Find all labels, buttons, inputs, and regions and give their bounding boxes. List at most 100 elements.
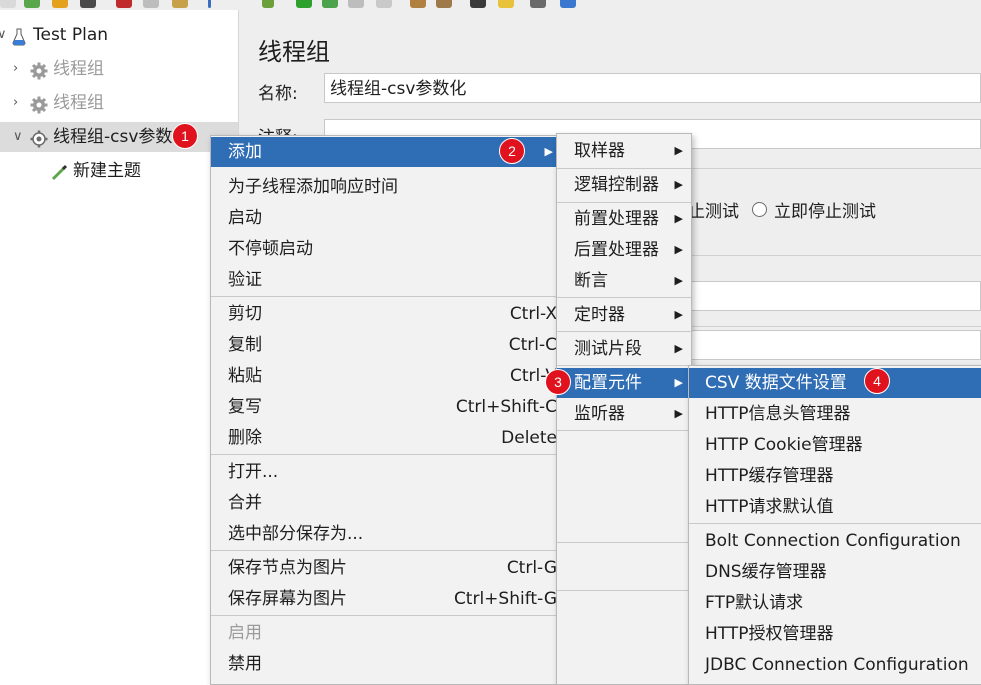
stop-test-option-label: 止测试 — [688, 202, 739, 222]
menu-item-dns-cache-manager[interactable]: DNS缓存管理器 — [689, 557, 981, 587]
menu-item-shortcut: Ctrl+Shift-G — [453, 589, 557, 609]
menu-separator — [557, 430, 691, 431]
menu-item-open[interactable]: 打开... — [211, 457, 561, 487]
menu-item-label: 不停顿启动 — [228, 239, 313, 259]
menu-item-paste[interactable]: 粘贴 Ctrl-V — [211, 361, 561, 391]
menu-item-listener[interactable]: 监听器 ▶ — [557, 399, 691, 429]
menu-separator — [211, 550, 561, 551]
menu-item-validate[interactable]: 验证 — [211, 265, 561, 295]
tree-node-thread-group-csv[interactable]: ∨ 线程组-csv参数化 — [0, 122, 238, 152]
menu-item-jdbc-connection[interactable]: JDBC Connection Configuration — [689, 650, 981, 680]
clear-icon[interactable] — [410, 0, 426, 8]
menu-item-copy[interactable]: 复制 Ctrl-C — [211, 330, 561, 360]
reset-search-icon[interactable] — [498, 0, 514, 8]
context-menu: 添加 ▶ 2 为子线程添加响应时间 启动 不停顿启动 验证 剪切 Ctrl-X 复… — [210, 135, 562, 685]
stop-icon[interactable] — [348, 0, 364, 8]
gear-icon — [30, 94, 48, 114]
cut-icon[interactable] — [116, 0, 132, 8]
menu-item-http-cookie-manager[interactable]: HTTP Cookie管理器 — [689, 430, 981, 460]
menu-item-cut[interactable]: 剪切 Ctrl-X — [211, 299, 561, 329]
menu-item-start[interactable]: 启动 — [211, 203, 561, 233]
menu-separator — [557, 331, 691, 332]
chevron-right-icon: ▶ — [674, 212, 683, 225]
menu-item-start-no-pauses[interactable]: 不停顿启动 — [211, 234, 561, 264]
shutdown-icon[interactable] — [376, 0, 392, 8]
menu-item-csv-data-set[interactable]: CSV 数据文件设置 — [689, 368, 981, 398]
menu-item-http-cache-manager[interactable]: HTTP缓存管理器 — [689, 461, 981, 491]
menu-item-http-header-manager[interactable]: HTTP信息头管理器 — [689, 399, 981, 429]
menu-item-http-request-defaults[interactable]: HTTP请求默认值 — [689, 492, 981, 522]
step-badge-3: 3 — [545, 369, 571, 395]
search-icon[interactable] — [470, 0, 486, 8]
menu-separator — [557, 202, 691, 203]
menu-item-logic-controller[interactable]: 逻辑控制器 ▶ — [557, 170, 691, 200]
menu-item-label: 复制 — [228, 335, 262, 355]
menu-item-label: 取样器 — [574, 141, 625, 161]
menu-item-ftp-defaults[interactable]: FTP默认请求 — [689, 588, 981, 618]
open-icon[interactable] — [52, 0, 68, 8]
menu-item-shortcut: Ctrl-C — [508, 335, 557, 355]
ramp-up-field[interactable] — [689, 330, 981, 360]
copy-icon[interactable] — [143, 0, 159, 8]
paste-icon[interactable] — [172, 0, 188, 8]
toggle-icon[interactable] — [262, 0, 274, 8]
function-helper-icon[interactable] — [530, 0, 546, 8]
menu-item-merge[interactable]: 合并 — [211, 488, 561, 518]
chevron-down-icon[interactable]: ∨ — [0, 20, 7, 50]
new-icon[interactable] — [0, 0, 16, 8]
chevron-right-icon[interactable]: › — [13, 54, 18, 84]
chevron-right-icon: ▶ — [544, 145, 553, 158]
menu-item-assertions[interactable]: 断言 ▶ — [557, 266, 691, 296]
menu-item-label: HTTP授权管理器 — [705, 624, 834, 644]
stop-test-now-radio[interactable] — [752, 202, 767, 217]
menu-item-pre-processors[interactable]: 前置处理器 ▶ — [557, 204, 691, 234]
menu-item-delete[interactable]: 删除 Delete — [211, 423, 561, 453]
menu-item-label: HTTP缓存管理器 — [705, 466, 834, 486]
step-badge-2: 2 — [499, 138, 525, 164]
chevron-right-icon: ▶ — [674, 144, 683, 157]
menu-separator — [211, 296, 561, 297]
menu-item-label: 配置元件 — [574, 373, 642, 393]
menu-item-test-fragment[interactable]: 测试片段 ▶ — [557, 334, 691, 364]
tree-label: 线程组-csv参数化 — [53, 127, 190, 147]
chevron-down-icon[interactable]: ∨ — [13, 122, 23, 152]
tree-node-thread-group[interactable]: › 线程组 — [0, 88, 238, 118]
menu-item-duplicate[interactable]: 复写 Ctrl+Shift-C — [211, 392, 561, 422]
menu-item-sampler[interactable]: 取样器 ▶ — [557, 136, 691, 166]
menu-item-label: HTTP Cookie管理器 — [705, 435, 863, 455]
menu-item-label: 选中部分保存为... — [228, 524, 364, 544]
menu-item-post-processors[interactable]: 后置处理器 ▶ — [557, 235, 691, 265]
thread-count-field[interactable] — [689, 281, 981, 311]
menu-item-config-element[interactable]: 配置元件 ▶ — [557, 368, 691, 398]
menu-item-timer[interactable]: 定时器 ▶ — [557, 300, 691, 330]
expand-icon[interactable] — [208, 0, 211, 8]
tree-node-thread-group[interactable]: › 线程组 — [0, 54, 238, 84]
menu-item-save-screen-image[interactable]: 保存屏幕为图片 Ctrl+Shift-G — [211, 584, 561, 614]
start-no-pause-icon[interactable] — [322, 0, 338, 8]
chevron-right-icon[interactable]: › — [13, 88, 18, 118]
tree-node-topic[interactable]: 新建主题 — [0, 156, 238, 186]
menu-item-label: 保存节点为图片 — [228, 558, 347, 578]
step-badge-4: 4 — [864, 368, 890, 394]
menu-item-save-node-image[interactable]: 保存节点为图片 Ctrl-G — [211, 553, 561, 583]
menu-item-label: 测试片段 — [574, 339, 642, 359]
menu-item-disable[interactable]: 禁用 — [211, 649, 561, 679]
chevron-right-icon: ▶ — [674, 274, 683, 287]
templates-icon[interactable] — [24, 0, 40, 8]
menu-item-label: CSV 数据文件设置 — [705, 373, 847, 393]
save-icon[interactable] — [80, 0, 96, 8]
menu-item-add-think-time[interactable]: 为子线程添加响应时间 — [211, 172, 561, 202]
menu-item-bolt-connection[interactable]: Bolt Connection Configuration — [689, 526, 981, 556]
tree-label: 线程组 — [53, 59, 104, 79]
help-icon[interactable] — [560, 0, 576, 8]
menu-separator — [557, 542, 691, 543]
tree-node-test-plan[interactable]: ∨ Test Plan — [0, 20, 238, 50]
menu-item-label: 后置处理器 — [574, 240, 659, 260]
name-field[interactable]: 线程组-csv参数化 — [324, 73, 981, 103]
menu-item-http-auth-manager[interactable]: HTTP授权管理器 — [689, 619, 981, 649]
start-icon[interactable] — [296, 0, 312, 8]
menu-separator — [557, 365, 691, 366]
menu-item-enable: 启用 — [211, 618, 561, 648]
clear-all-icon[interactable] — [436, 0, 452, 8]
menu-item-save-selection[interactable]: 选中部分保存为... — [211, 519, 561, 549]
